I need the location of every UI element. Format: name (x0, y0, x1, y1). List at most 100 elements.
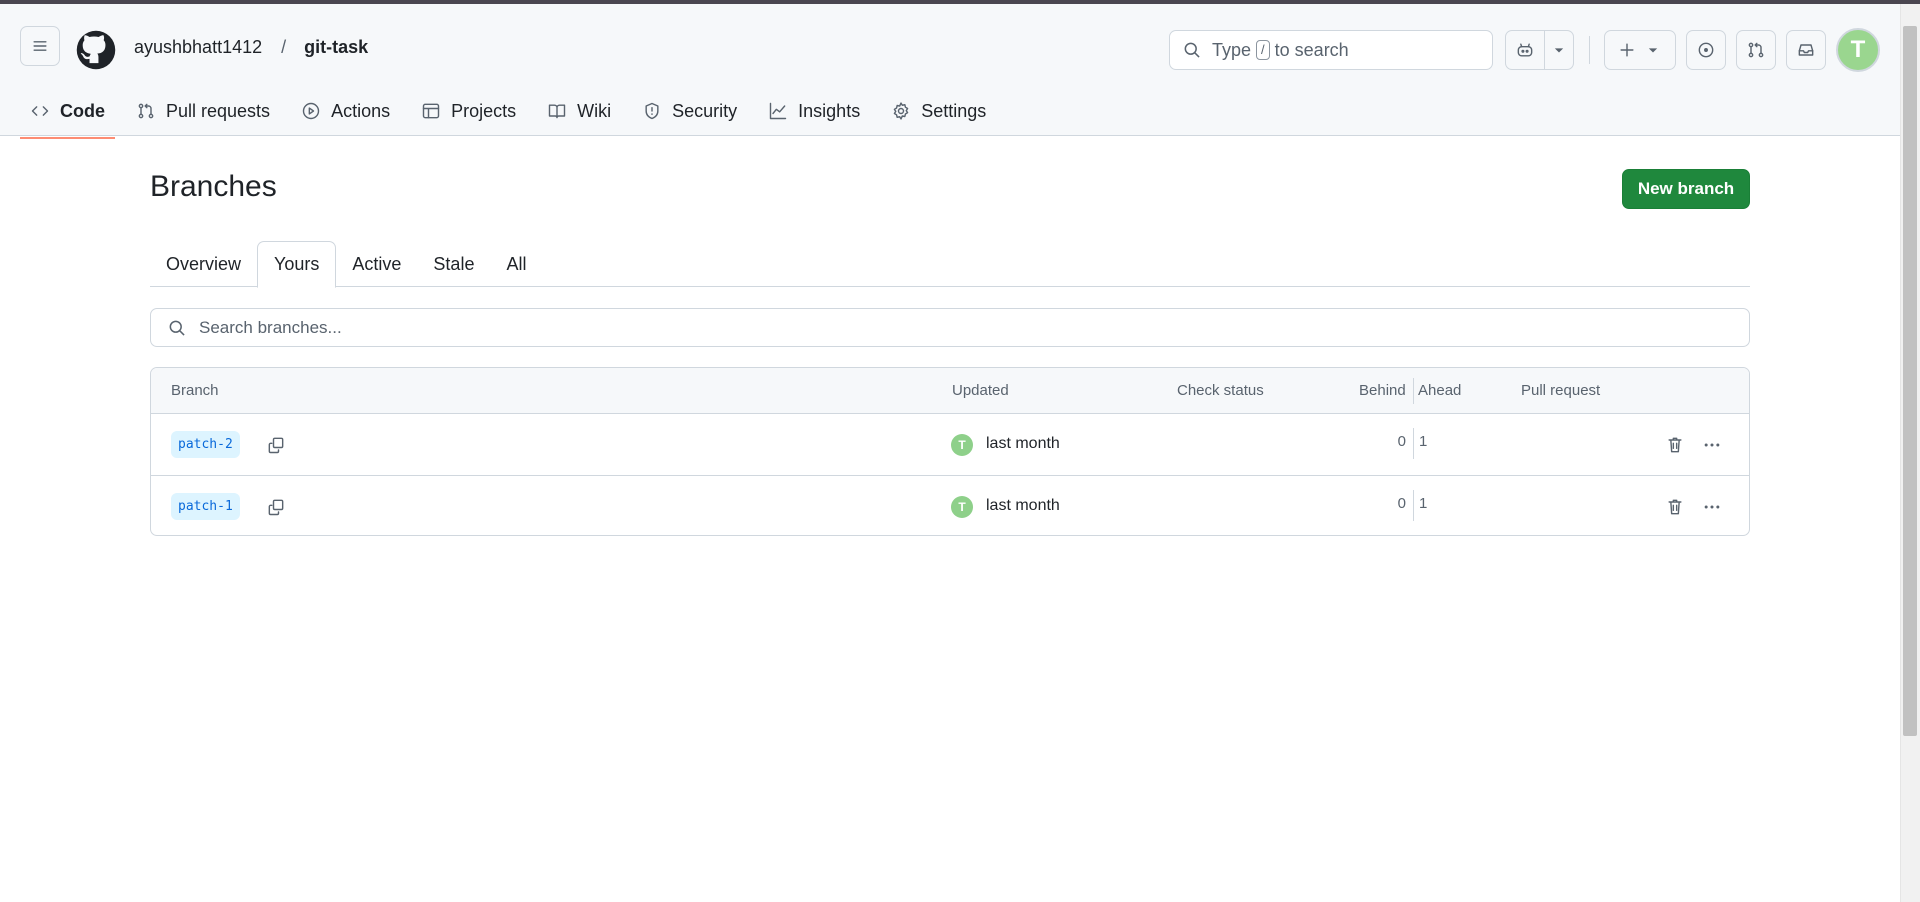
scrollbar-thumb[interactable] (1903, 26, 1917, 736)
tab-pull-requests[interactable]: Pull requests (126, 92, 280, 130)
delete-branch-button[interactable] (1660, 430, 1690, 460)
new-branch-button[interactable]: New branch (1622, 169, 1750, 209)
trash-icon (1668, 437, 1682, 453)
table-row: patch-1 T last month 0 1 (151, 475, 1749, 535)
branch-name-link[interactable]: patch-1 (171, 493, 240, 520)
branches-table: Branch Updated Check status Behind Ahead… (150, 367, 1750, 536)
header-divider (1589, 36, 1590, 64)
search-branches-input[interactable]: Search branches... (150, 308, 1750, 347)
behind-count: 0 (1397, 433, 1406, 450)
copy-branch-name-button[interactable] (261, 430, 291, 460)
search-shortcut-key: / (1256, 40, 1270, 60)
page-scrollbar[interactable] (1900, 4, 1920, 902)
tab-security-label: Security (672, 100, 738, 121)
column-header-check-status: Check status (1177, 382, 1264, 399)
author-avatar[interactable]: T (951, 434, 973, 456)
tab-all[interactable]: All (490, 241, 542, 287)
search-branches-placeholder: Search branches... (199, 317, 342, 337)
ahead-count: 1 (1419, 495, 1428, 512)
behind-ahead-divider (1413, 490, 1414, 521)
tab-projects-label: Projects (451, 100, 517, 121)
tab-settings-label: Settings (921, 100, 987, 121)
table-icon (422, 103, 440, 119)
create-new-button[interactable] (1604, 30, 1676, 70)
updated-time: last month (986, 497, 1060, 514)
kebab-horizontal-icon (1704, 505, 1720, 509)
repo-owner-link[interactable]: ayushbhatt1412 (134, 37, 262, 57)
user-avatar[interactable]: T (1836, 28, 1880, 72)
copy-branch-name-button[interactable] (261, 492, 291, 522)
tab-pull-requests-label: Pull requests (166, 100, 271, 121)
behind-ahead-divider (1413, 428, 1414, 459)
tab-actions-label: Actions (331, 100, 391, 121)
repo-name-link[interactable]: git-task (304, 37, 368, 57)
tab-code[interactable]: Code (20, 92, 115, 139)
hamburger-icon (33, 41, 47, 51)
column-divider (1413, 378, 1414, 404)
issues-button[interactable] (1686, 30, 1726, 70)
copilot-button[interactable] (1505, 30, 1545, 70)
tab-active[interactable]: Active (336, 241, 417, 287)
graph-icon (769, 102, 787, 120)
tab-projects[interactable]: Projects (411, 92, 526, 130)
menu-button[interactable] (20, 26, 60, 66)
more-options-button[interactable] (1697, 492, 1727, 522)
column-header-pull-request: Pull request (1521, 382, 1601, 399)
tab-code-label: Code (60, 100, 105, 121)
tab-settings[interactable]: Settings (881, 92, 996, 130)
inbox-button[interactable] (1786, 30, 1826, 70)
book-icon (548, 104, 566, 119)
search-icon (169, 320, 185, 336)
tab-wiki[interactable]: Wiki (537, 92, 621, 130)
delete-branch-button[interactable] (1660, 492, 1690, 522)
trash-icon (1668, 499, 1682, 515)
git-pull-request-icon (1748, 42, 1764, 58)
tab-insights-label: Insights (798, 100, 861, 121)
github-logo-icon[interactable] (75, 29, 117, 71)
table-header: Branch Updated Check status Behind Ahead… (151, 368, 1749, 414)
breadcrumb-separator: / (281, 37, 287, 57)
tab-yours[interactable]: Yours (257, 241, 337, 288)
git-pull-request-icon (138, 103, 154, 119)
search-suffix-text: to search (1274, 39, 1349, 60)
table-row: patch-2 T last month 0 1 (151, 414, 1749, 475)
kebab-horizontal-icon (1704, 443, 1720, 447)
column-header-behind: Behind (1359, 382, 1406, 399)
tab-actions[interactable]: Actions (291, 92, 400, 130)
inbox-icon (1798, 44, 1814, 56)
repo-nav: Code Pull requests Actions Projects Wiki… (20, 92, 1007, 140)
tab-insights[interactable]: Insights (758, 92, 870, 130)
copilot-dropdown-button[interactable] (1544, 30, 1574, 70)
gear-icon (893, 102, 909, 120)
column-header-ahead: Ahead (1418, 382, 1462, 399)
copy-icon (268, 499, 284, 516)
repo-header: ayushbhatt1412 / git-task Type / to sear… (0, 4, 1900, 139)
column-header-branch: Branch (171, 382, 219, 399)
play-icon (302, 102, 320, 120)
tab-overview[interactable]: Overview (150, 241, 257, 287)
tab-wiki-label: Wiki (577, 100, 612, 121)
search-icon (1184, 42, 1200, 58)
branch-filter-tabs: Overview Yours Active Stale All (150, 241, 1750, 288)
code-icon (31, 106, 49, 116)
behind-count: 0 (1397, 495, 1406, 512)
tab-security[interactable]: Security (632, 92, 747, 130)
triangle-down-icon (1554, 48, 1564, 53)
pull-requests-button[interactable] (1736, 30, 1776, 70)
branch-name-link[interactable]: patch-2 (171, 431, 240, 458)
page-title: Branches (150, 170, 277, 203)
author-avatar[interactable]: T (951, 496, 973, 518)
search-prefix-text: Type (1212, 39, 1252, 60)
updated-time: last month (986, 435, 1060, 452)
ahead-count: 1 (1419, 433, 1428, 450)
copy-icon (268, 437, 284, 454)
issue-opened-icon (1698, 42, 1714, 58)
triangle-down-icon (1648, 48, 1658, 53)
column-header-updated: Updated (952, 382, 1009, 399)
copilot-icon (1517, 43, 1533, 57)
plus-icon (1620, 43, 1634, 57)
shield-icon (645, 102, 659, 120)
more-options-button[interactable] (1697, 430, 1727, 460)
global-search-input[interactable]: Type / to search (1169, 30, 1493, 70)
tab-stale[interactable]: Stale (417, 241, 490, 287)
